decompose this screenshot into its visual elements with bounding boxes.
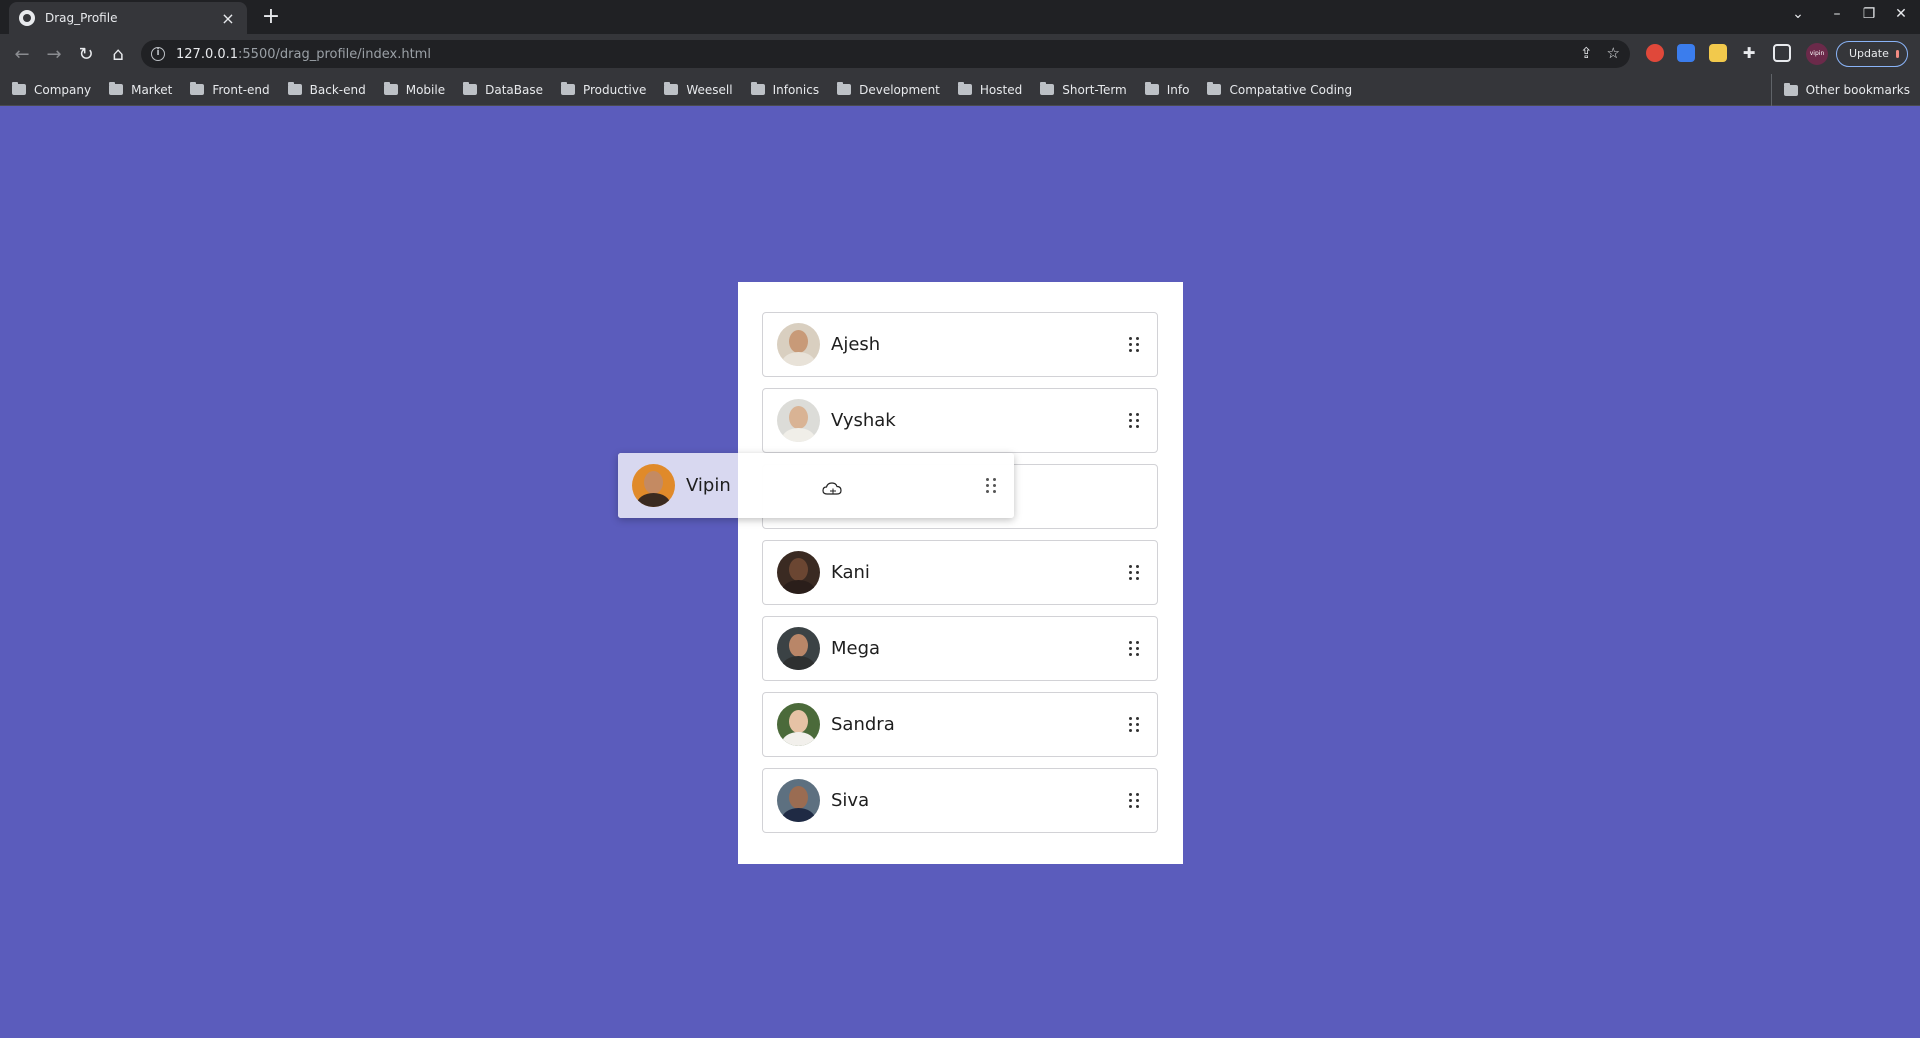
- profile-item[interactable]: Kani: [762, 540, 1158, 605]
- drag-handle-icon[interactable]: [986, 477, 998, 494]
- bookmark-folder[interactable]: Back-end: [287, 82, 366, 97]
- avatar: [777, 399, 820, 442]
- profile-avatar[interactable]: vipin: [1806, 43, 1828, 65]
- profile-name: Vipin: [686, 475, 731, 496]
- avatar: [777, 551, 820, 594]
- profile-name: Kani: [831, 562, 870, 583]
- bookmarks-bar: Company Market Front-end Back-end Mobile…: [0, 74, 1920, 106]
- folder-icon: [560, 82, 575, 95]
- profile-name: Mega: [831, 638, 881, 659]
- folder-icon: [463, 82, 478, 95]
- avatar: [777, 703, 820, 746]
- folder-icon: [12, 82, 26, 95]
- drag-handle-icon[interactable]: [1129, 412, 1141, 429]
- restore-button[interactable]: ❐: [1857, 6, 1881, 22]
- folder-icon: [109, 82, 124, 95]
- bookmark-folder[interactable]: Market: [109, 82, 172, 97]
- dragging-profile-item[interactable]: Vipin: [618, 453, 1014, 518]
- profile-item[interactable]: Mega: [762, 616, 1158, 681]
- folder-icon: [1783, 82, 1798, 96]
- bookmark-folder[interactable]: Productive: [560, 82, 646, 97]
- bookmark-folder[interactable]: Info: [1144, 82, 1189, 97]
- profile-name: Siva: [831, 790, 870, 811]
- drag-handle-icon[interactable]: [1129, 716, 1141, 733]
- folder-icon: [1207, 82, 1222, 95]
- drag-handle-icon[interactable]: [1129, 564, 1141, 581]
- share-icon[interactable]: ⇪: [1580, 44, 1593, 62]
- back-icon[interactable]: ←: [6, 44, 38, 65]
- browser-toolbar: ← → ↻ ⌂ i 127.0.0.1:5500/drag_profile/in…: [0, 34, 1920, 74]
- reload-icon[interactable]: ↻: [70, 44, 102, 65]
- folder-icon: [750, 82, 765, 95]
- browser-tab[interactable]: Drag_Profile ×: [9, 2, 247, 34]
- drag-handle-icon[interactable]: [1129, 640, 1141, 657]
- tab-strip: Drag_Profile × + ⌄ – ❐ ✕: [0, 0, 1920, 34]
- folder-icon: [837, 82, 852, 95]
- home-icon[interactable]: ⌂: [102, 44, 134, 65]
- profile-item[interactable]: Sandra: [762, 692, 1158, 757]
- address-bar[interactable]: i 127.0.0.1:5500/drag_profile/index.html…: [141, 40, 1630, 68]
- bookmark-folder[interactable]: Compatative Coding: [1207, 82, 1352, 97]
- avatar: [632, 464, 675, 507]
- bookmark-folder[interactable]: Mobile: [383, 82, 445, 97]
- extension-icon[interactable]: [1677, 44, 1695, 62]
- profile-name: Sandra: [831, 714, 895, 735]
- folder-icon: [1144, 82, 1159, 95]
- forward-icon[interactable]: →: [38, 44, 70, 65]
- close-tab-icon[interactable]: ×: [219, 9, 237, 28]
- folder-icon: [383, 82, 398, 95]
- profile-item[interactable]: Ajesh: [762, 312, 1158, 377]
- drag-handle-icon[interactable]: [1129, 336, 1141, 353]
- url-path: :5500/drag_profile/index.html: [238, 46, 431, 62]
- bookmark-folder[interactable]: Company: [12, 82, 91, 97]
- profile-list-card: Ajesh Vyshak Kani Mega Sandra Siva: [738, 282, 1183, 864]
- bookmark-folder[interactable]: Hosted: [957, 82, 1022, 97]
- globe-icon: [19, 10, 35, 26]
- puzzle-icon[interactable]: ✚: [1740, 44, 1758, 62]
- close-window-button[interactable]: ✕: [1889, 6, 1913, 22]
- bookmark-folder[interactable]: Infonics: [750, 82, 819, 97]
- avatar: [777, 323, 820, 366]
- minimize-button[interactable]: –: [1825, 6, 1849, 22]
- extension-icon[interactable]: [1709, 44, 1727, 62]
- bookmark-folder[interactable]: Short-Term: [1040, 82, 1127, 97]
- tab-search-icon[interactable]: ⌄: [1786, 6, 1810, 22]
- bookmark-star-icon[interactable]: ☆: [1607, 44, 1620, 62]
- profile-item[interactable]: Vyshak: [762, 388, 1158, 453]
- bookmark-folder[interactable]: Weesell: [664, 82, 733, 97]
- tab-title: Drag_Profile: [45, 11, 118, 25]
- bookmark-folder[interactable]: Front-end: [190, 82, 270, 97]
- other-bookmarks[interactable]: Other bookmarks: [1770, 74, 1910, 106]
- bookmark-folder[interactable]: DataBase: [463, 82, 543, 97]
- folder-icon: [1040, 82, 1055, 95]
- profile-name: Ajesh: [831, 334, 881, 355]
- folder-icon: [664, 82, 679, 95]
- extension-icon[interactable]: [1646, 44, 1664, 62]
- profile-name: Vyshak: [831, 410, 896, 431]
- url-host: 127.0.0.1: [176, 46, 239, 62]
- site-info-icon[interactable]: i: [151, 47, 165, 61]
- folder-icon: [287, 82, 302, 95]
- drag-handle-icon[interactable]: [1129, 792, 1141, 809]
- update-button[interactable]: Update: [1836, 41, 1908, 67]
- side-panel-icon[interactable]: [1773, 44, 1791, 62]
- folder-icon: [190, 82, 205, 95]
- profile-item[interactable]: Siva: [762, 768, 1158, 833]
- bookmark-folder[interactable]: Development: [837, 82, 940, 97]
- folder-icon: [957, 82, 972, 95]
- avatar: [777, 627, 820, 670]
- new-tab-button[interactable]: +: [258, 4, 284, 30]
- avatar: [777, 779, 820, 822]
